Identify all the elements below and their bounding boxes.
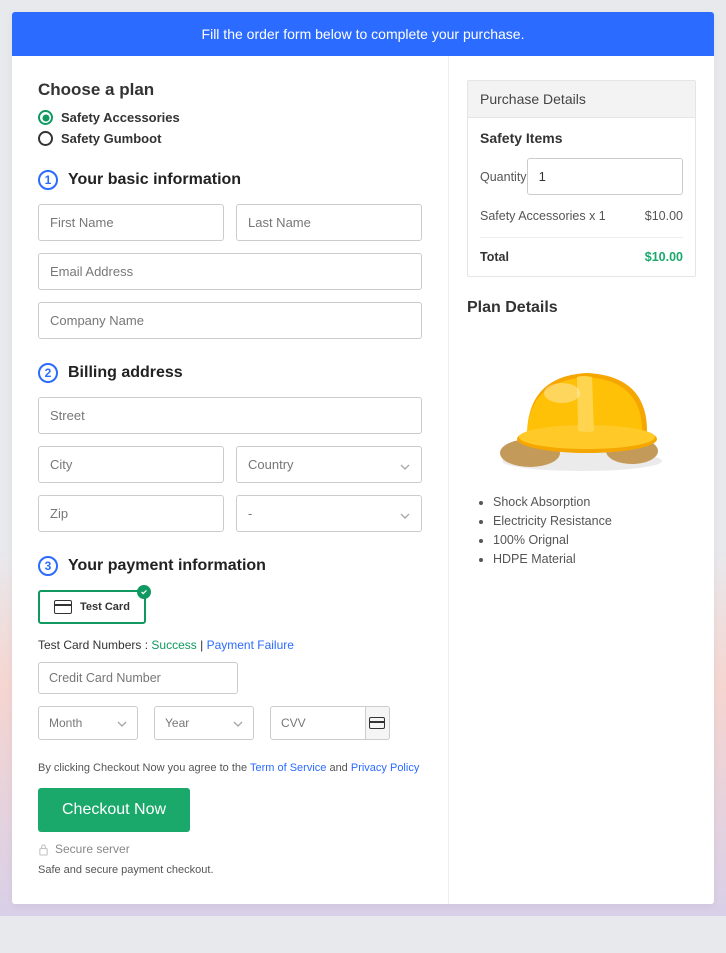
total-price: $10.00	[645, 250, 683, 264]
month-select[interactable]: Month	[38, 706, 138, 740]
banner: Fill the order form below to complete yo…	[12, 12, 714, 56]
select-placeholder: Month	[49, 716, 82, 730]
last-name-input[interactable]	[236, 204, 422, 241]
city-input[interactable]	[38, 446, 224, 483]
feature-item: HDPE Material	[493, 552, 696, 566]
test-card-numbers-note: Test Card Numbers : Success | Payment Fa…	[38, 638, 422, 652]
section-title-text: Your payment information	[68, 557, 266, 575]
first-name-input[interactable]	[38, 204, 224, 241]
left-column: Choose a plan Safety Accessories Safety …	[12, 56, 449, 904]
choose-plan-title: Choose a plan	[38, 80, 422, 100]
test-card-label: Test Card	[80, 601, 130, 613]
cvv-input[interactable]	[270, 706, 366, 740]
street-input[interactable]	[38, 397, 422, 434]
lock-icon	[38, 843, 49, 856]
section-billing: 2 Billing address	[38, 363, 422, 383]
radio-selected-icon	[38, 110, 53, 125]
plan-option-label: Safety Accessories	[61, 110, 180, 125]
quantity-input[interactable]	[527, 158, 683, 195]
product-image	[482, 331, 682, 481]
secure-server-note: Secure server	[38, 842, 422, 856]
select-placeholder: Year	[165, 716, 189, 730]
cvv-card-icon	[366, 706, 390, 740]
section-basic-info: 1 Your basic information	[38, 170, 422, 190]
company-input[interactable]	[38, 302, 422, 339]
test-card-option[interactable]: Test Card	[38, 590, 146, 624]
safe-note: Safe and secure payment checkout.	[38, 864, 422, 876]
step-number-icon: 3	[38, 556, 58, 576]
radio-unselected-icon	[38, 131, 53, 146]
quantity-label: Quantity	[480, 170, 527, 184]
plan-option-gumboot[interactable]: Safety Gumboot	[38, 131, 422, 146]
select-placeholder: -	[248, 506, 252, 521]
privacy-link[interactable]: Privacy Policy	[351, 762, 419, 774]
checkout-button[interactable]: Checkout Now	[38, 788, 190, 832]
agree-text: By clicking Checkout Now you agree to th…	[38, 762, 422, 774]
step-number-icon: 1	[38, 170, 58, 190]
failure-link[interactable]: Payment Failure	[207, 638, 294, 652]
country-select[interactable]: Country	[236, 446, 422, 483]
card-body: Choose a plan Safety Accessories Safety …	[12, 56, 714, 904]
credit-card-icon	[54, 600, 72, 614]
right-column: Purchase Details Safety Items Quantity S…	[449, 56, 714, 904]
tos-link[interactable]: Term of Service	[250, 762, 326, 774]
state-select[interactable]: -	[236, 495, 422, 532]
feature-item: 100% Orignal	[493, 533, 696, 547]
email-input[interactable]	[38, 253, 422, 290]
chevron-down-icon	[400, 460, 410, 470]
chevron-down-icon	[400, 509, 410, 519]
check-circle-icon	[137, 585, 151, 599]
purchase-heading: Purchase Details	[468, 81, 695, 118]
chevron-down-icon	[117, 718, 127, 728]
feature-item: Electricity Resistance	[493, 514, 696, 528]
section-title-text: Your basic information	[68, 171, 241, 189]
step-number-icon: 2	[38, 363, 58, 383]
plan-details-title: Plan Details	[467, 299, 696, 317]
cc-number-input[interactable]	[38, 662, 238, 694]
plan-option-label: Safety Gumboot	[61, 131, 161, 146]
feature-list: Shock Absorption Electricity Resistance …	[493, 495, 696, 566]
section-payment: 3 Your payment information	[38, 556, 422, 576]
feature-item: Shock Absorption	[493, 495, 696, 509]
line-item-price: $10.00	[645, 209, 683, 223]
year-select[interactable]: Year	[154, 706, 254, 740]
zip-input[interactable]	[38, 495, 224, 532]
chevron-down-icon	[233, 718, 243, 728]
select-placeholder: Country	[248, 457, 294, 472]
success-link[interactable]: Success	[151, 638, 196, 652]
purchase-subheading: Safety Items	[480, 130, 683, 146]
purchase-details-box: Purchase Details Safety Items Quantity S…	[467, 80, 696, 277]
total-label: Total	[480, 250, 509, 264]
section-title-text: Billing address	[68, 364, 183, 382]
checkout-card: Fill the order form below to complete yo…	[12, 12, 714, 904]
plan-option-accessories[interactable]: Safety Accessories	[38, 110, 422, 125]
line-item-label: Safety Accessories x 1	[480, 209, 606, 223]
